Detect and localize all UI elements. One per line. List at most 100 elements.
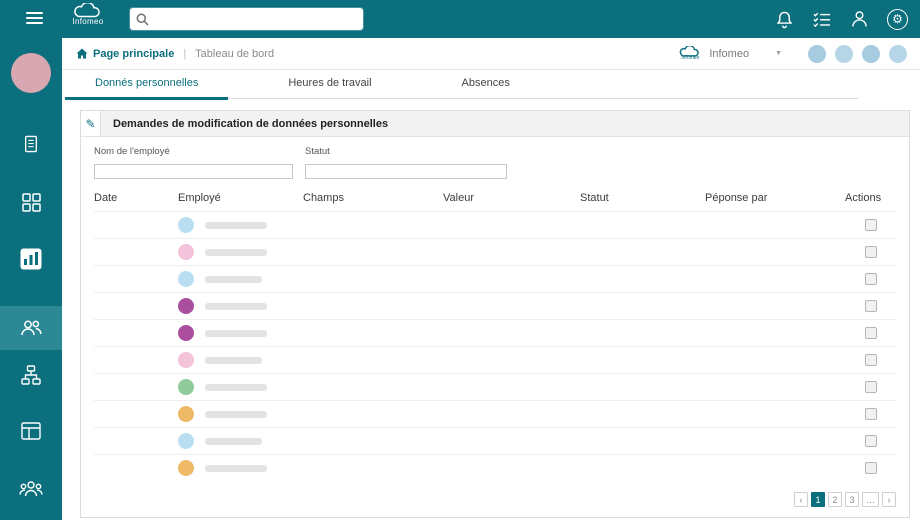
sidebar-item-org-chart[interactable]	[0, 365, 62, 385]
breadcrumb-home-link[interactable]: Page principale	[76, 48, 174, 60]
breadcrumb-right: Infomeo Infomeo ▼	[679, 44, 907, 63]
sidebar-item-documents[interactable]	[0, 134, 62, 154]
task-list-icon[interactable]	[812, 11, 832, 28]
search-input[interactable]	[154, 13, 357, 25]
column-header-date: Date	[94, 192, 118, 204]
app-root: Infomeo ⚙ Page principale | Tableau de b…	[0, 0, 920, 520]
sidebar	[0, 38, 62, 520]
employee-avatar	[178, 460, 194, 476]
row-action-checkbox[interactable]	[864, 354, 877, 366]
breadcrumb-current: Tableau de bord	[195, 47, 275, 60]
row-action-checkbox[interactable]	[864, 462, 877, 474]
employees-icon	[21, 320, 42, 336]
status-filter-label: Statut	[305, 146, 330, 157]
edit-pencil-icon: ✎	[81, 111, 101, 136]
panel-header: ✎ Demandes de modification de données pe…	[81, 111, 909, 137]
employee-avatar	[178, 352, 194, 368]
company-logo: Infomeo	[679, 46, 701, 61]
header-avatar-placeholder	[889, 44, 907, 63]
table-row	[94, 265, 896, 292]
pagination-page-1[interactable]: 1	[811, 492, 825, 507]
pagination-pages: 1 2 3…	[811, 492, 879, 507]
employee-avatar	[178, 325, 194, 341]
pagination-page-3[interactable]: 3	[845, 492, 859, 507]
settings-gear-icon[interactable]: ⚙	[887, 8, 908, 30]
table-row	[94, 454, 896, 481]
employee-avatar	[178, 433, 194, 449]
search-box[interactable]	[130, 8, 363, 30]
pagination: ‹ 1 2 3… ›	[94, 492, 896, 507]
tab-donnees-personnelles[interactable]: Donnés personnelles	[65, 71, 229, 100]
sidebar-item-employees[interactable]	[0, 306, 62, 350]
table-row	[94, 427, 896, 454]
panel-title: Demandes de modification de données pers…	[101, 111, 909, 136]
hamburger-menu-icon[interactable]	[26, 12, 43, 27]
tab-heures-de-travail[interactable]: Heures de travail	[258, 71, 401, 100]
employee-name-skeleton	[205, 221, 267, 229]
company-name: Infomeo	[709, 47, 750, 60]
employee-name-filter: Nom de l'employé	[94, 146, 293, 179]
row-action-checkbox[interactable]	[864, 246, 877, 258]
row-action-checkbox[interactable]	[864, 219, 877, 231]
pagination-page-2[interactable]: 2	[828, 492, 842, 507]
employee-avatar	[178, 217, 194, 233]
employee-name-skeleton	[205, 275, 262, 283]
row-action-checkbox[interactable]	[864, 435, 877, 447]
employee-name-filter-label: Nom de l'employé	[94, 146, 170, 157]
table-row	[94, 373, 896, 400]
sidebar-item-layout[interactable]	[0, 421, 62, 441]
pagination-ellipsis[interactable]: …	[862, 492, 879, 507]
employee-avatar	[178, 379, 194, 395]
user-icon[interactable]	[851, 10, 868, 28]
requests-panel: ✎ Demandes de modification de données pe…	[80, 110, 910, 518]
header-avatar-placeholder	[862, 44, 880, 63]
notifications-bell-icon[interactable]	[776, 10, 793, 29]
breadcrumb-bar: Page principale | Tableau de bord Infome…	[62, 38, 920, 70]
pagination-prev-button[interactable]: ‹	[794, 492, 808, 507]
sidebar-item-team[interactable]	[0, 479, 62, 499]
row-action-checkbox[interactable]	[864, 273, 877, 285]
employee-name-skeleton	[205, 356, 262, 364]
header-avatar-placeholder	[808, 44, 826, 63]
header-avatar-group	[808, 44, 907, 63]
company-logo-caption: Infomeo	[681, 55, 700, 61]
team-icon	[19, 481, 43, 497]
cloud-icon	[74, 3, 100, 18]
layout-grid-icon	[21, 422, 41, 440]
table-row	[94, 346, 896, 373]
employee-name-skeleton	[205, 437, 262, 445]
status-filter-input[interactable]	[305, 163, 507, 179]
tab-absences[interactable]: Absences	[432, 71, 540, 100]
row-action-checkbox[interactable]	[864, 408, 877, 420]
employee-name-skeleton	[205, 383, 267, 391]
employee-name-skeleton	[205, 464, 267, 472]
sidebar-item-apps[interactable]	[0, 192, 62, 212]
org-chart-icon	[21, 365, 41, 385]
company-selector[interactable]: Infomeo Infomeo ▼	[679, 46, 782, 61]
sidebar-item-dashboard[interactable]	[0, 248, 62, 270]
table-row	[94, 292, 896, 319]
row-action-checkbox[interactable]	[864, 381, 877, 393]
row-action-checkbox[interactable]	[864, 300, 877, 312]
document-icon	[25, 135, 37, 153]
employee-name-skeleton	[205, 248, 267, 256]
pagination-next-button[interactable]: ›	[882, 492, 896, 507]
row-action-checkbox[interactable]	[864, 327, 877, 339]
table-row	[94, 238, 896, 265]
panel-body: Nom de l'employé Statut Date Employé Cha…	[81, 137, 909, 517]
table-row	[94, 211, 896, 238]
employee-name-filter-input[interactable]	[94, 163, 293, 179]
employee-name-skeleton	[205, 329, 267, 337]
filters-row: Nom de l'employé Statut	[94, 146, 896, 179]
table-body	[94, 211, 896, 481]
brand-logo[interactable]: Infomeo	[62, 3, 114, 26]
column-header-statut: Statut	[580, 192, 609, 204]
table-row	[94, 400, 896, 427]
column-header-actions: Actions	[845, 192, 882, 204]
employee-name-skeleton	[205, 410, 267, 418]
sidebar-user-avatar[interactable]	[0, 53, 62, 93]
breadcrumb-home-label: Page principale	[93, 47, 175, 60]
employee-avatar	[178, 244, 194, 260]
table-header-row: Date Employé Champs Valeur Statut Pépons…	[94, 192, 896, 211]
table-row	[94, 319, 896, 346]
